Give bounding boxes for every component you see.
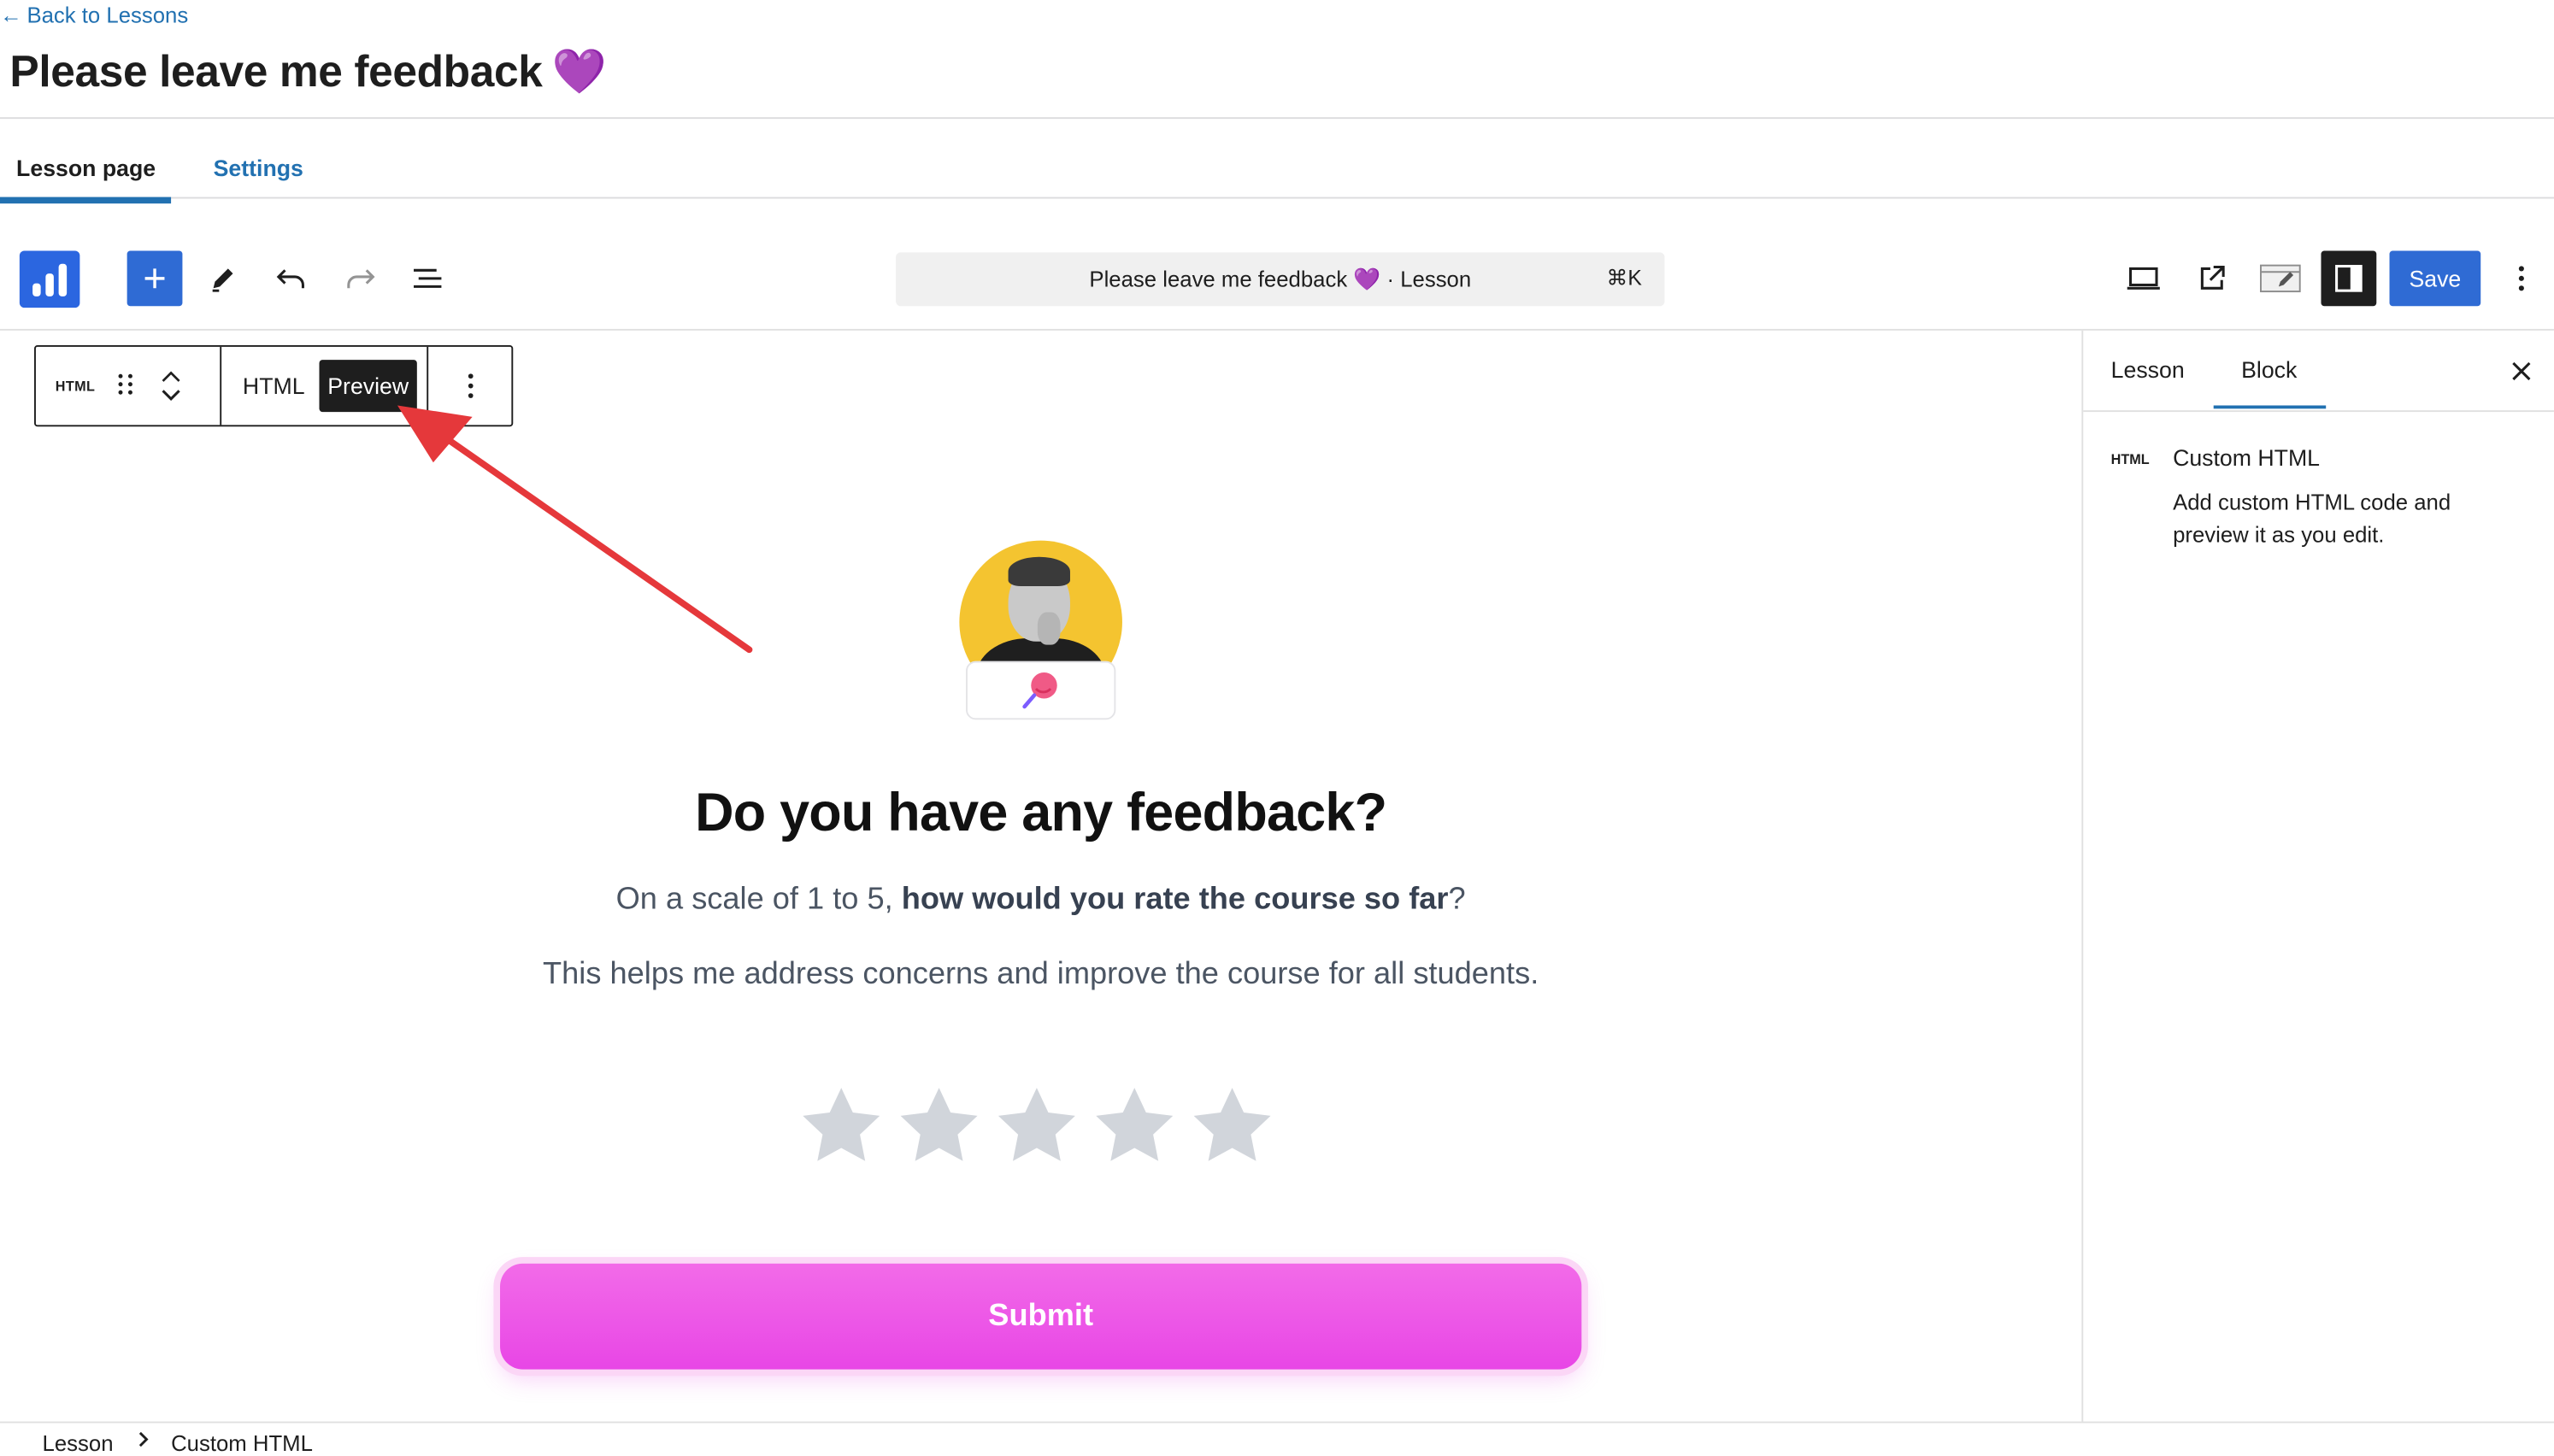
- lollipop-icon: [1022, 672, 1057, 709]
- header-divider: [0, 117, 2554, 120]
- external-link-icon: [2200, 265, 2225, 290]
- more-vertical-icon[interactable]: [465, 371, 474, 400]
- breadcrumb-custom-html[interactable]: Custom HTML: [171, 1431, 313, 1456]
- sidebar-tab-block[interactable]: Block: [2241, 356, 2297, 382]
- feedback-question: On a scale of 1 to 5, how would you rate…: [0, 883, 2081, 919]
- html-block-icon: HTML: [2110, 450, 2150, 467]
- instructor-avatar: [959, 540, 1122, 720]
- avatar-badge: [966, 660, 1116, 720]
- options-menu-button[interactable]: [2500, 257, 2543, 300]
- star-icon[interactable]: [992, 1081, 1082, 1171]
- chevron-up-icon[interactable]: [161, 370, 184, 385]
- tab-settings[interactable]: Settings: [214, 155, 303, 180]
- block-card-description: Add custom HTML code and preview it as y…: [2173, 490, 2451, 547]
- edit-tools-button[interactable]: [202, 257, 244, 300]
- device-preview-button[interactable]: [2122, 257, 2165, 300]
- drag-handle-icon[interactable]: [118, 371, 134, 402]
- breadcrumb-lesson[interactable]: Lesson: [43, 1431, 114, 1456]
- star-rating: [797, 1081, 1277, 1171]
- block-toolbar-group: HTML: [36, 346, 222, 426]
- plus-icon: [144, 268, 165, 289]
- block-card-title: Custom HTML: [2173, 444, 2321, 471]
- sidebar-tabs-divider: [2083, 410, 2554, 413]
- submit-button[interactable]: Submit: [500, 1263, 1582, 1370]
- document-overview-button[interactable]: [407, 257, 450, 300]
- star-icon[interactable]: [894, 1081, 984, 1171]
- logo-bar: [32, 283, 41, 296]
- tabs-divider: [0, 197, 2554, 199]
- annotation-arrow: [397, 405, 753, 654]
- question-prefix: On a scale of 1 to 5,: [615, 882, 902, 917]
- avatar-hand: [1037, 612, 1061, 645]
- html-block-icon[interactable]: HTML: [56, 378, 96, 394]
- preview-tab[interactable]: Preview: [319, 360, 417, 413]
- sidebar-icon: [2335, 265, 2363, 292]
- undo-button[interactable]: [270, 257, 313, 300]
- desktop-icon: [2127, 267, 2160, 290]
- html-edit-tab[interactable]: HTML: [243, 373, 305, 398]
- add-block-button[interactable]: [127, 250, 183, 307]
- chevron-down-icon[interactable]: [161, 388, 184, 402]
- feedback-helper-text: This helps me address concerns and impro…: [543, 957, 1539, 992]
- edit-window-icon: [2260, 264, 2301, 293]
- page-title-text: Please leave me feedback: [9, 46, 543, 96]
- logo-bar: [45, 273, 54, 296]
- editor-mode-button[interactable]: [2259, 257, 2302, 300]
- arrow-left-icon: ←: [0, 3, 22, 28]
- block-toolbar: HTML HTML Preview: [34, 344, 514, 427]
- question-bold: how would you rate the course so far: [901, 882, 1449, 917]
- command-palette-bar[interactable]: Please leave me feedback 💜 · Lesson ⌘K: [896, 252, 1665, 307]
- chevron-right-icon: [137, 1430, 150, 1454]
- redo-icon: [347, 269, 375, 289]
- close-sidebar-button[interactable]: [2505, 355, 2538, 387]
- more-vertical-icon: [2518, 266, 2524, 291]
- block-toolbar-group: HTML Preview: [221, 346, 429, 426]
- star-icon[interactable]: [797, 1081, 886, 1171]
- page-title: Please leave me feedback 💜: [9, 45, 607, 97]
- sidebar-divider: [2081, 330, 2084, 1422]
- question-suffix: ?: [1448, 882, 1466, 917]
- back-to-lessons-link[interactable]: ← Back to Lessons: [0, 3, 188, 28]
- close-icon: [2512, 361, 2531, 381]
- back-link-label: Back to Lessons: [26, 3, 189, 28]
- block-movers: [161, 370, 184, 402]
- site-logo-button[interactable]: [19, 250, 80, 308]
- purple-heart-emoji: 💜: [551, 47, 607, 97]
- active-tab-indicator: [0, 197, 172, 204]
- sidebar-tab-lesson[interactable]: Lesson: [2111, 356, 2185, 382]
- command-bar-text: Please leave me feedback 💜 · Lesson: [1089, 266, 1472, 291]
- feedback-heading: Do you have any feedback?: [695, 781, 1387, 842]
- footer-divider: [0, 1421, 2554, 1424]
- tab-lesson-page[interactable]: Lesson page: [16, 155, 156, 180]
- block-toolbar-group: [428, 347, 511, 425]
- settings-sidebar-toggle[interactable]: [2321, 250, 2377, 307]
- star-icon[interactable]: [1090, 1081, 1180, 1171]
- sidebar-active-tab-indicator: [2213, 405, 2327, 409]
- toolbar-divider: [0, 328, 2554, 331]
- view-lesson-button[interactable]: [2191, 257, 2233, 300]
- command-shortcut: ⌘K: [1606, 265, 1642, 291]
- avatar-hair: [1008, 556, 1070, 587]
- save-button[interactable]: Save: [2389, 250, 2481, 307]
- star-icon[interactable]: [1187, 1081, 1277, 1171]
- list-view-icon: [414, 268, 442, 288]
- redo-button[interactable]: [338, 257, 381, 300]
- undo-icon: [276, 269, 304, 289]
- pencil-icon: [212, 268, 233, 292]
- logo-bar: [58, 263, 68, 296]
